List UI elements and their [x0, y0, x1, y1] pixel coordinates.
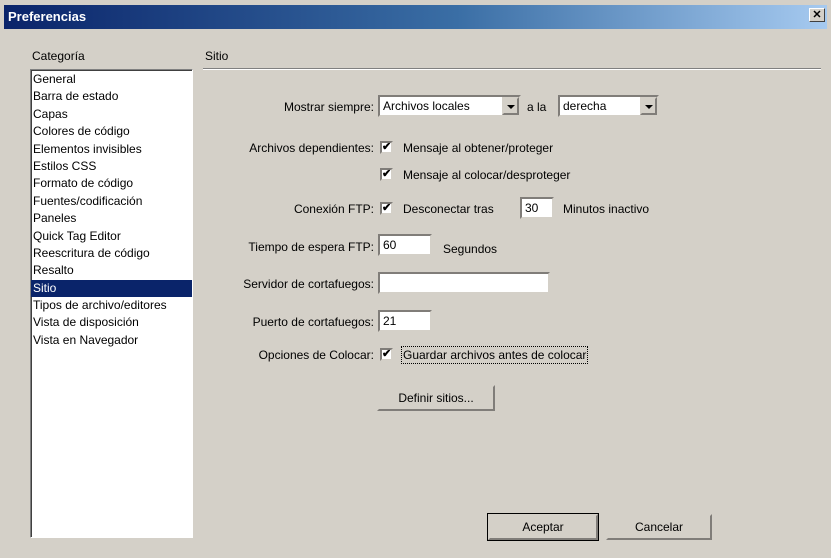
- category-item[interactable]: Elementos invisibles: [31, 141, 192, 158]
- disconnect-after-label[interactable]: Desconectar tras: [403, 202, 494, 216]
- category-item[interactable]: Formato de código: [31, 175, 192, 192]
- ftp-timeout-label: Tiempo de espera FTP:: [248, 240, 374, 254]
- category-item[interactable]: General: [31, 71, 192, 88]
- ftp-connection-label: Conexión FTP:: [293, 202, 374, 216]
- idle-minutes-input[interactable]: 30: [520, 197, 554, 219]
- show-always-select[interactable]: Archivos locales: [378, 95, 521, 117]
- firewall-server-input[interactable]: [378, 272, 550, 294]
- preferences-dialog: Preferencias ✕ Categoría General Barra de…: [0, 0, 831, 558]
- check-icon[interactable]: ✔: [380, 141, 393, 154]
- save-before-put-label[interactable]: Guardar archivos antes de colocar: [400, 346, 589, 364]
- firewall-port-label: Puerto de cortafuegos:: [252, 315, 374, 329]
- check-icon[interactable]: ✔: [380, 202, 393, 215]
- ok-button[interactable]: Aceptar: [487, 513, 599, 541]
- checkbox-label-put[interactable]: Mensaje al colocar/desproteger: [403, 168, 570, 182]
- checkbox-label-get[interactable]: Mensaje al obtener/proteger: [403, 141, 553, 155]
- category-list[interactable]: General Barra de estado Capas Colores de có…: [30, 69, 193, 538]
- category-label: Categoría: [32, 49, 85, 63]
- category-item[interactable]: Estilos CSS: [31, 158, 192, 175]
- category-item[interactable]: Barra de estado: [31, 88, 192, 105]
- category-item[interactable]: Vista en Navegador: [31, 332, 192, 349]
- side-value: derecha: [563, 99, 607, 113]
- category-item[interactable]: Colores de código: [31, 123, 192, 140]
- put-options-label: Opciones de Colocar:: [258, 348, 374, 362]
- category-item[interactable]: Resalto: [31, 262, 192, 279]
- category-item[interactable]: Tipos de archivo/editores: [31, 297, 192, 314]
- window-title: Preferencias: [8, 9, 87, 24]
- dependent-files-label: Archivos dependientes:: [249, 141, 374, 155]
- show-always-value: Archivos locales: [383, 99, 470, 113]
- check-icon[interactable]: ✔: [380, 168, 393, 181]
- category-item[interactable]: Sitio: [31, 279, 192, 298]
- ftp-timeout-input[interactable]: 60: [378, 234, 432, 256]
- section-divider: [203, 68, 821, 70]
- define-sites-button[interactable]: Definir sitios...: [377, 385, 495, 411]
- idle-minutes-suffix: Minutos inactivo: [563, 202, 650, 216]
- show-always-label: Mostrar siempre:: [283, 100, 374, 114]
- title-bar[interactable]: Preferencias ✕: [4, 5, 827, 29]
- firewall-port-input[interactable]: 21: [378, 310, 432, 332]
- category-item[interactable]: Reescritura de código: [31, 245, 192, 262]
- check-icon[interactable]: ✔: [380, 348, 393, 361]
- close-icon[interactable]: ✕: [809, 8, 825, 22]
- side-select[interactable]: derecha: [558, 95, 659, 117]
- cancel-button[interactable]: Cancelar: [606, 514, 712, 540]
- chevron-down-icon[interactable]: [502, 97, 519, 115]
- category-item[interactable]: Capas: [31, 106, 192, 123]
- section-title: Sitio: [205, 49, 229, 63]
- firewall-server-label: Servidor de cortafuegos:: [243, 277, 374, 291]
- category-item[interactable]: Fuentes/codificación: [31, 193, 192, 210]
- category-items: General Barra de estado Capas Colores de có…: [31, 70, 192, 349]
- ftp-timeout-suffix: Segundos: [443, 242, 498, 256]
- show-always-middle-text: a la: [527, 100, 547, 114]
- category-item[interactable]: Quick Tag Editor: [31, 228, 192, 245]
- chevron-down-icon[interactable]: [640, 97, 657, 115]
- category-item[interactable]: Paneles: [31, 210, 192, 227]
- category-item[interactable]: Vista de disposición: [31, 314, 192, 331]
